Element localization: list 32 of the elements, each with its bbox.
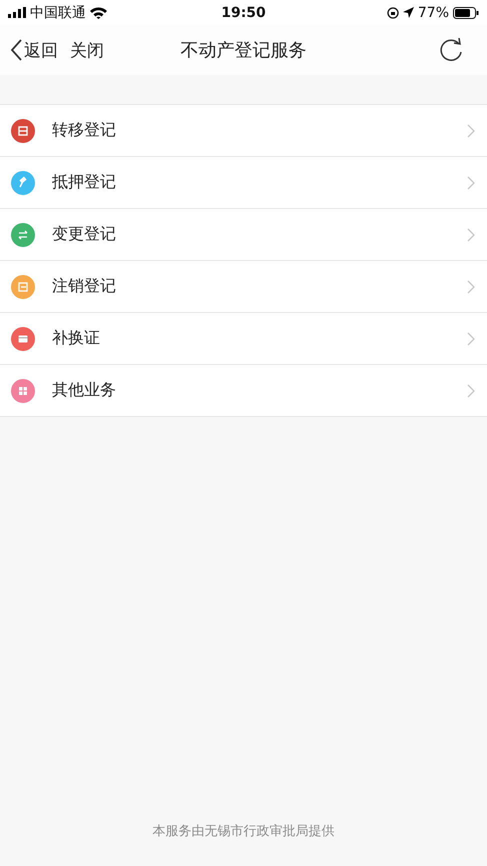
- carrier-name: 中国联通: [30, 4, 86, 22]
- chevron-right-icon: [467, 228, 475, 242]
- menu-label: 其他业务: [52, 380, 117, 401]
- menu-item[interactable]: 其他业务: [0, 365, 487, 417]
- menu-label: 抵押登记: [52, 172, 117, 193]
- chevron-right-icon: [467, 280, 475, 294]
- signal-icon: [8, 7, 26, 18]
- rotation-lock-icon: [386, 6, 399, 18]
- page-title: 不动产登记服务: [180, 39, 306, 62]
- wifi-icon: [90, 6, 107, 18]
- close-button[interactable]: 关闭: [70, 38, 104, 62]
- chevron-right-icon: [467, 332, 475, 346]
- menu-item[interactable]: 转移登记: [0, 105, 487, 157]
- location-arrow-icon: [402, 7, 414, 18]
- battery-icon: [453, 6, 480, 18]
- menu-label: 注销登记: [52, 276, 117, 297]
- menu-item[interactable]: 抵押登记: [0, 157, 487, 209]
- back-button[interactable]: 返回: [10, 38, 58, 62]
- menu-label: 补换证: [52, 328, 101, 349]
- menu-item[interactable]: 补换证: [0, 313, 487, 365]
- battery-percent: 77%: [418, 4, 450, 20]
- clock-time: 19:50: [221, 4, 266, 20]
- chevron-right-icon: [467, 384, 475, 398]
- menu-label: 变更登记: [52, 224, 117, 245]
- chevron-right-icon: [467, 176, 475, 190]
- menu-item[interactable]: 变更登记: [0, 209, 487, 261]
- footer-note: 本服务由无锡市行政审批局提供: [152, 824, 334, 839]
- chevron-left-icon: [10, 39, 22, 61]
- chevron-right-icon: [467, 124, 475, 138]
- menu-label: 转移登记: [52, 120, 117, 141]
- refresh-icon[interactable]: [439, 38, 463, 62]
- menu-item[interactable]: 注销登记: [0, 261, 487, 313]
